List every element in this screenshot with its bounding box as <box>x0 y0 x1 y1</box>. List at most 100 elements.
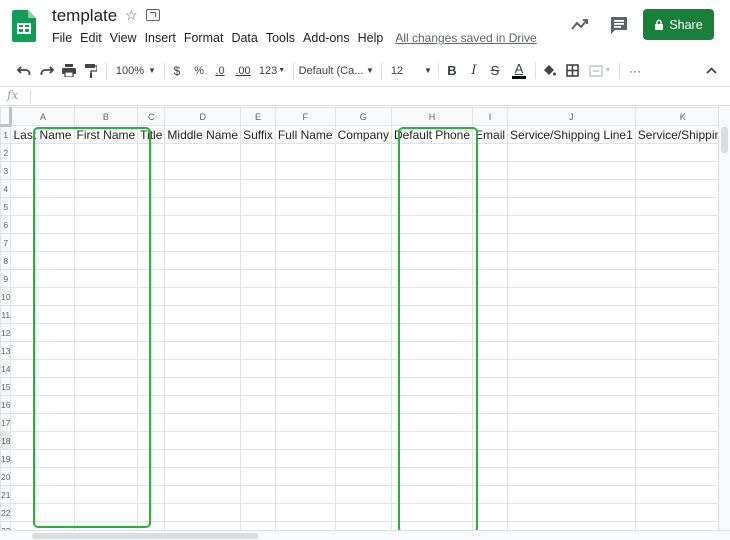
cell-a18[interactable] <box>10 431 75 450</box>
italic-button[interactable]: I <box>466 57 482 84</box>
row-header[interactable]: 10 <box>0 287 12 306</box>
cell-g13[interactable] <box>334 341 392 360</box>
row-header[interactable]: 4 <box>0 179 12 198</box>
cell-i2[interactable] <box>472 143 509 162</box>
cell-i19[interactable] <box>472 449 509 468</box>
cell-a8[interactable] <box>10 251 75 270</box>
cell-h23[interactable] <box>390 521 474 530</box>
cell-a16[interactable] <box>10 395 75 414</box>
strikethrough-button[interactable]: S <box>487 57 503 84</box>
cell-a20[interactable] <box>10 467 75 486</box>
cell-i18[interactable] <box>472 431 509 450</box>
cell-k12[interactable] <box>634 323 730 342</box>
cell-j23[interactable] <box>507 521 636 530</box>
cell-j1[interactable]: Service/Shipping Line1 <box>507 125 636 144</box>
cell-g6[interactable] <box>334 215 392 234</box>
cell-f6[interactable] <box>274 215 336 234</box>
cell-e6[interactable] <box>240 215 276 234</box>
move-to-folder-icon[interactable] <box>146 9 160 21</box>
cell-f17[interactable] <box>274 413 336 432</box>
cell-d17[interactable] <box>164 413 242 432</box>
menu-data[interactable]: Data <box>227 31 261 45</box>
cell-g7[interactable] <box>334 233 392 252</box>
row-header[interactable]: 12 <box>0 323 12 342</box>
cell-j4[interactable] <box>507 179 636 198</box>
cell-a3[interactable] <box>10 161 75 180</box>
cell-f13[interactable] <box>274 341 336 360</box>
redo-icon[interactable] <box>37 57 57 84</box>
cell-h18[interactable] <box>390 431 474 450</box>
cell-g2[interactable] <box>334 143 392 162</box>
font-select[interactable]: Default (Ca... <box>299 57 364 84</box>
cell-d19[interactable] <box>164 449 242 468</box>
cell-k5[interactable] <box>634 197 730 216</box>
cell-k18[interactable] <box>634 431 730 450</box>
cell-h5[interactable] <box>390 197 474 216</box>
cell-k14[interactable] <box>634 359 730 378</box>
menu-help[interactable]: Help <box>354 31 388 45</box>
cell-e15[interactable] <box>240 377 276 396</box>
cell-e1[interactable]: Suffix <box>240 125 276 144</box>
row-header[interactable]: 1 <box>0 125 12 144</box>
cell-k19[interactable] <box>634 449 730 468</box>
cell-a14[interactable] <box>10 359 75 378</box>
cell-g18[interactable] <box>334 431 392 450</box>
cell-e22[interactable] <box>240 503 276 522</box>
cell-d12[interactable] <box>164 323 242 342</box>
cell-f5[interactable] <box>274 197 336 216</box>
menu-file[interactable]: File <box>52 31 76 45</box>
cell-k15[interactable] <box>634 377 730 396</box>
cell-j2[interactable] <box>507 143 636 162</box>
cell-c18[interactable] <box>137 431 166 450</box>
vertical-scrollbar-thumb[interactable] <box>721 127 728 153</box>
cell-a6[interactable] <box>10 215 75 234</box>
increase-decimal-button[interactable]: .00 <box>232 57 254 84</box>
fill-color-icon[interactable] <box>540 57 558 84</box>
cell-b23[interactable] <box>73 521 139 530</box>
menu-insert[interactable]: Insert <box>141 31 180 45</box>
cell-a19[interactable] <box>10 449 75 468</box>
cell-h8[interactable] <box>390 251 474 270</box>
cell-k9[interactable] <box>634 269 730 288</box>
zoom-select[interactable]: 100% <box>114 57 146 84</box>
cell-k2[interactable] <box>634 143 730 162</box>
cell-i5[interactable] <box>472 197 509 216</box>
more-options-button[interactable]: ··· <box>624 57 646 84</box>
cell-d4[interactable] <box>164 179 242 198</box>
print-icon[interactable] <box>60 57 78 84</box>
row-header[interactable]: 14 <box>0 359 12 378</box>
cell-j5[interactable] <box>507 197 636 216</box>
column-header-i[interactable]: I <box>472 107 509 126</box>
column-header-g[interactable]: G <box>334 107 392 126</box>
cell-c14[interactable] <box>137 359 166 378</box>
row-header[interactable]: 22 <box>0 503 12 522</box>
cell-c5[interactable] <box>137 197 166 216</box>
cell-i14[interactable] <box>472 359 509 378</box>
cell-e16[interactable] <box>240 395 276 414</box>
cell-d15[interactable] <box>164 377 242 396</box>
cell-k4[interactable] <box>634 179 730 198</box>
cell-h19[interactable] <box>390 449 474 468</box>
cell-j7[interactable] <box>507 233 636 252</box>
cell-b7[interactable] <box>73 233 139 252</box>
cell-h22[interactable] <box>390 503 474 522</box>
cell-b10[interactable] <box>73 287 139 306</box>
cell-d8[interactable] <box>164 251 242 270</box>
row-header[interactable]: 17 <box>0 413 12 432</box>
cell-f23[interactable] <box>274 521 336 530</box>
cell-a10[interactable] <box>10 287 75 306</box>
cell-a11[interactable] <box>10 305 75 324</box>
horizontal-scrollbar[interactable] <box>0 530 730 540</box>
select-all-corner[interactable] <box>0 107 13 127</box>
cell-e3[interactable] <box>240 161 276 180</box>
collapse-toolbar-icon[interactable] <box>702 57 720 84</box>
cell-i8[interactable] <box>472 251 509 270</box>
cell-c21[interactable] <box>137 485 166 504</box>
cell-g21[interactable] <box>334 485 392 504</box>
cell-g17[interactable] <box>334 413 392 432</box>
document-title[interactable]: template <box>52 6 117 26</box>
percent-format-button[interactable]: % <box>192 57 206 84</box>
cell-c6[interactable] <box>137 215 166 234</box>
cell-c20[interactable] <box>137 467 166 486</box>
column-header-j[interactable]: J <box>507 107 636 126</box>
